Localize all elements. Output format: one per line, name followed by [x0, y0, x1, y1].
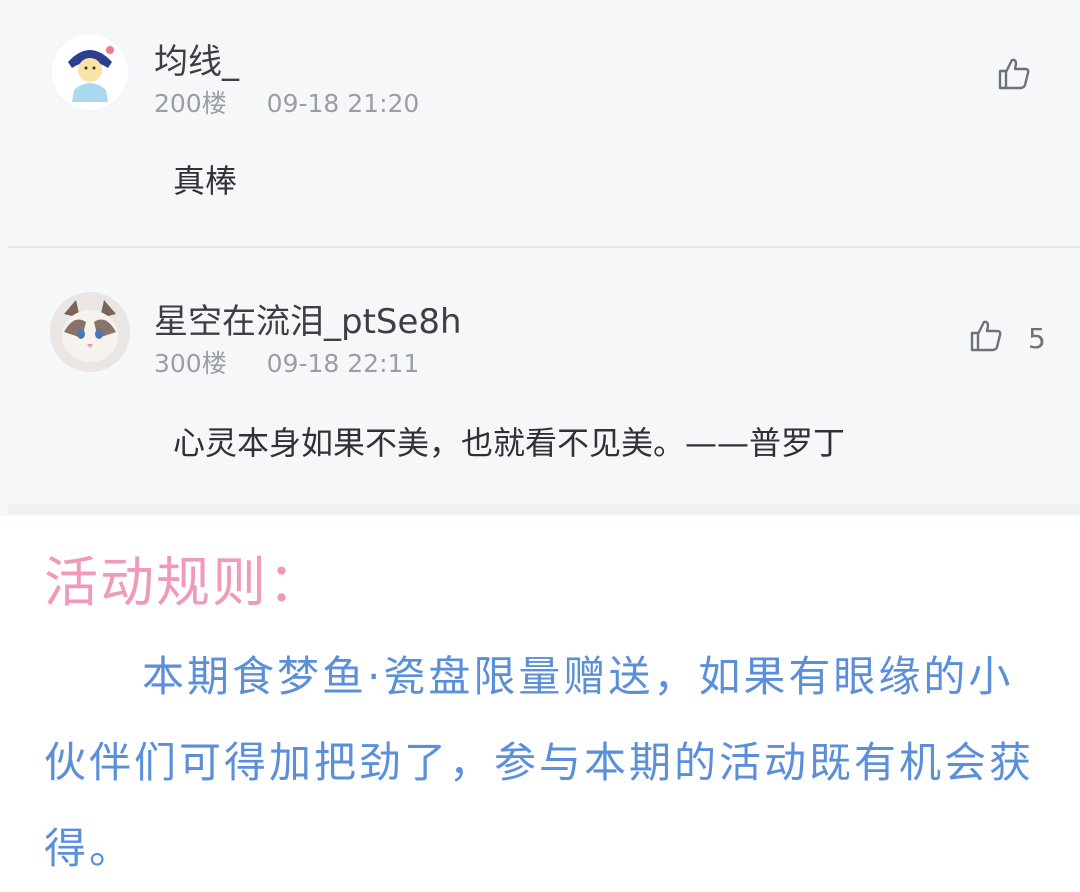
- activity-rules-section: 活动规则： 本期食梦鱼·瓷盘限量赠送，如果有眼缘的小伙伴们可得加把劲了，参与本期…: [0, 516, 1080, 873]
- thumbs-up-icon: [968, 318, 1004, 358]
- like-button[interactable]: 5: [968, 318, 1046, 358]
- comment-item: 均线_ 200楼 09-18 21:20 真棒: [8, 0, 1080, 246]
- comment-list: 均线_ 200楼 09-18 21:20 真棒 星空在流泪_ptSe8h 300…: [0, 0, 1080, 516]
- comment-time: 09-18 22:11: [266, 349, 420, 378]
- rules-paragraph: 本期食梦鱼·瓷盘限量赠送，如果有眼缘的小伙伴们可得加把劲了，参与本期的活动既有机…: [44, 634, 1034, 892]
- like-count: 5: [1028, 321, 1046, 355]
- comment-meta: 200楼 09-18 21:20: [154, 84, 419, 120]
- comment-username[interactable]: 星空在流泪_ptSe8h: [154, 294, 462, 343]
- avatar[interactable]: [50, 32, 130, 112]
- thumbs-up-icon: [996, 56, 1032, 96]
- avatar[interactable]: [50, 292, 130, 372]
- comment-floor: 200楼: [154, 89, 227, 118]
- comment-username[interactable]: 均线_: [154, 34, 239, 83]
- cartoon-avatar-image: [50, 32, 130, 112]
- section-divider: [8, 504, 1080, 514]
- comment-time: 09-18 21:20: [266, 89, 420, 118]
- comment-floor: 300楼: [154, 349, 227, 378]
- cat-avatar-image: [50, 292, 130, 372]
- comment-text: 心灵本身如果不美，也就看不见美。——普罗丁: [173, 424, 846, 462]
- like-button[interactable]: [996, 56, 1056, 96]
- comment-meta: 300楼 09-18 22:11: [154, 344, 419, 380]
- comment-item: 星空在流泪_ptSe8h 300楼 09-18 22:11 心灵本身如果不美，也…: [8, 248, 1080, 504]
- rules-body-text: 本期食梦鱼·瓷盘限量赠送，如果有眼缘的小伙伴们可得加把劲了，参与本期的活动既有机…: [44, 652, 1035, 873]
- rules-title: 活动规则：: [44, 551, 324, 614]
- comment-text: 真棒: [173, 162, 238, 200]
